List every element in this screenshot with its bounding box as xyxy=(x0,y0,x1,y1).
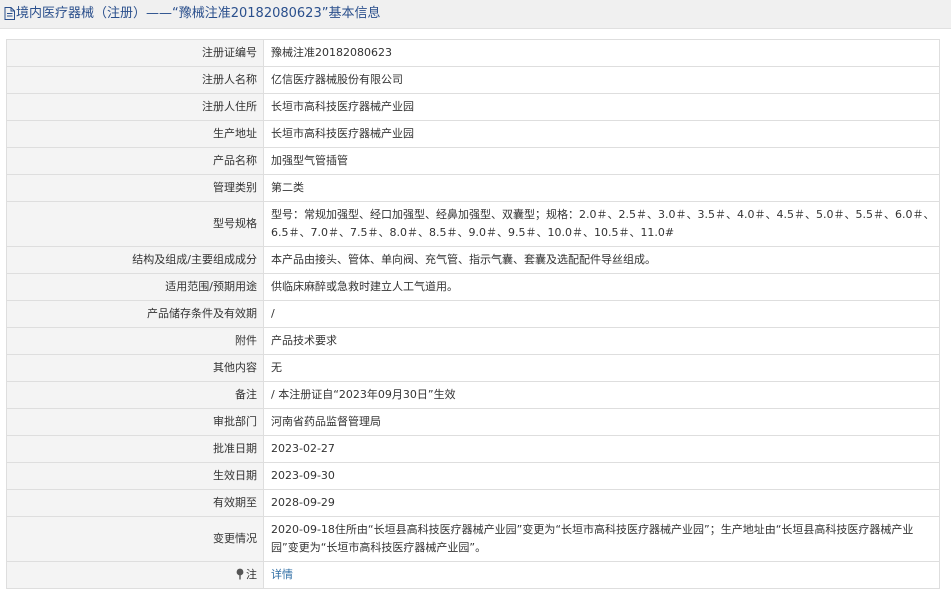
table-row: 批准日期 2023-02-27 xyxy=(6,435,940,463)
table-row: 有效期至 2028-09-29 xyxy=(6,489,940,517)
note-label: 注 xyxy=(246,568,257,581)
document-icon xyxy=(4,7,15,20)
row-value: / 本注册证自“2023年09月30日”生效 xyxy=(263,381,940,409)
row-label: 产品名称 xyxy=(6,147,264,175)
table-row: 附件 产品技术要求 xyxy=(6,327,940,355)
row-label: 备注 xyxy=(6,381,264,409)
detail-table: 注册证编号 豫械注准20182080623 注册人名称 亿信医疗器械股份有限公司… xyxy=(6,39,940,589)
note-row: 注 详情 xyxy=(6,561,940,589)
row-value: 河南省药品监督管理局 xyxy=(263,408,940,436)
row-value: 第二类 xyxy=(263,174,940,202)
row-value: 长垣市高科技医疗器械产业园 xyxy=(263,93,940,121)
table-row: 注册人住所 长垣市高科技医疗器械产业园 xyxy=(6,93,940,121)
row-label: 其他内容 xyxy=(6,354,264,382)
table-row: 产品名称 加强型气管插管 xyxy=(6,147,940,175)
row-value: 产品技术要求 xyxy=(263,327,940,355)
page-header: 境内医疗器械（注册）——“豫械注准20182080623”基本信息 xyxy=(0,0,951,29)
detail-link[interactable]: 详情 xyxy=(271,568,293,581)
row-label: 产品储存条件及有效期 xyxy=(6,300,264,328)
pin-icon xyxy=(235,568,245,580)
table-row: 变更情况 2020-09-18住所由“长垣县高科技医疗器械产业园”变更为“长垣市… xyxy=(6,516,940,562)
table-row: 适用范围/预期用途 供临床麻醉或急救时建立人工气道用。 xyxy=(6,273,940,301)
page-title: 境内医疗器械（注册）——“豫械注准20182080623”基本信息 xyxy=(16,6,381,21)
row-value: 2023-09-30 xyxy=(263,462,940,490)
row-label: 生效日期 xyxy=(6,462,264,490)
row-value: 本产品由接头、管体、单向阀、充气管、指示气囊、套囊及选配配件导丝组成。 xyxy=(263,246,940,274)
row-value: 长垣市高科技医疗器械产业园 xyxy=(263,120,940,148)
row-value: 2028-09-29 xyxy=(263,489,940,517)
row-label: 管理类别 xyxy=(6,174,264,202)
row-label: 生产地址 xyxy=(6,120,264,148)
table-row: 备注 / 本注册证自“2023年09月30日”生效 xyxy=(6,381,940,409)
row-value: 加强型气管插管 xyxy=(263,147,940,175)
table-row: 审批部门 河南省药品监督管理局 xyxy=(6,408,940,436)
table-row: 管理类别 第二类 xyxy=(6,174,940,202)
row-label: 有效期至 xyxy=(6,489,264,517)
table-row: 注册证编号 豫械注准20182080623 xyxy=(6,39,940,67)
row-label: 适用范围/预期用途 xyxy=(6,273,264,301)
row-value: 供临床麻醉或急救时建立人工气道用。 xyxy=(263,273,940,301)
table-row: 注册人名称 亿信医疗器械股份有限公司 xyxy=(6,66,940,94)
table-row: 产品储存条件及有效期 / xyxy=(6,300,940,328)
row-label: 变更情况 xyxy=(6,516,264,562)
note-label-cell: 注 xyxy=(6,561,264,589)
table-row: 型号规格 型号：常规加强型、经口加强型、经鼻加强型、双囊型；规格：2.0＃、2.… xyxy=(6,201,940,247)
row-value: 2020-09-18住所由“长垣县高科技医疗器械产业园”变更为“长垣市高科技医疗… xyxy=(263,516,940,562)
row-value: 2023-02-27 xyxy=(263,435,940,463)
row-label: 注册人名称 xyxy=(6,66,264,94)
row-label: 批准日期 xyxy=(6,435,264,463)
table-row: 生效日期 2023-09-30 xyxy=(6,462,940,490)
table-row: 结构及组成/主要组成成分 本产品由接头、管体、单向阀、充气管、指示气囊、套囊及选… xyxy=(6,246,940,274)
table-row: 其他内容 无 xyxy=(6,354,940,382)
row-label: 审批部门 xyxy=(6,408,264,436)
row-value: 型号：常规加强型、经口加强型、经鼻加强型、双囊型；规格：2.0＃、2.5＃、3.… xyxy=(263,201,940,247)
note-value: 详情 xyxy=(263,561,940,589)
row-label: 注册人住所 xyxy=(6,93,264,121)
row-label: 注册证编号 xyxy=(6,39,264,67)
row-label: 型号规格 xyxy=(6,201,264,247)
table-row: 生产地址 长垣市高科技医疗器械产业园 xyxy=(6,120,940,148)
row-label: 附件 xyxy=(6,327,264,355)
row-value: 无 xyxy=(263,354,940,382)
row-value: / xyxy=(263,300,940,328)
row-value: 豫械注准20182080623 xyxy=(263,39,940,67)
row-label: 结构及组成/主要组成成分 xyxy=(6,246,264,274)
row-value: 亿信医疗器械股份有限公司 xyxy=(263,66,940,94)
